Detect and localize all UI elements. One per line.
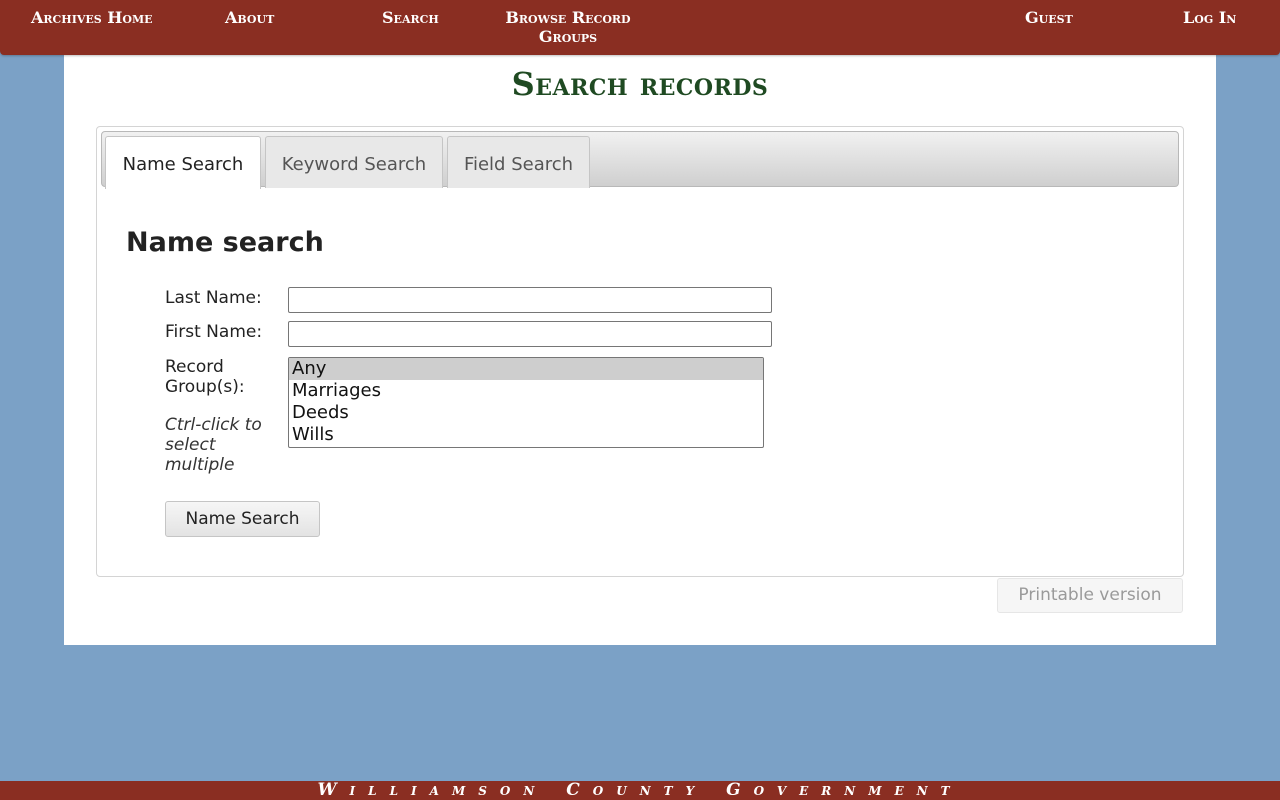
- option-any[interactable]: Any: [289, 358, 763, 380]
- top-navigation: Archives Home About Search Browse Record…: [0, 0, 1280, 55]
- footer-banner: Williamson County Government: [0, 781, 1280, 800]
- nav-browse-line2: Groups: [538, 27, 598, 46]
- option-wills[interactable]: Wills: [289, 424, 763, 446]
- last-name-label: Last Name:: [165, 288, 262, 308]
- record-groups-listbox[interactable]: Any Marriages Deeds Wills: [288, 357, 764, 448]
- main-content: Search records Name Search Keyword Searc…: [64, 35, 1216, 645]
- page-title: Search records: [511, 65, 769, 103]
- record-groups-label-line2: Group(s):: [165, 377, 245, 397]
- tab-bar: Name Search Keyword Search Field Search: [101, 131, 1179, 189]
- search-tabs-panel: Name Search Keyword Search Field Search …: [96, 126, 1184, 577]
- last-name-input[interactable]: [288, 287, 772, 313]
- nav-archives-home[interactable]: Archives Home: [31, 8, 153, 27]
- tab-field-search[interactable]: Field Search: [447, 136, 590, 188]
- nav-browse-record-groups[interactable]: Browse Record Groups: [505, 8, 631, 46]
- hint-line1: Ctrl-click to: [165, 415, 262, 435]
- first-name-label: First Name:: [165, 322, 263, 342]
- option-deeds[interactable]: Deeds: [289, 402, 763, 424]
- record-groups-label: Record Group(s):: [165, 357, 245, 397]
- multi-select-hint: Ctrl-click to select multiple: [165, 415, 262, 475]
- tab-name-search[interactable]: Name Search: [105, 136, 261, 189]
- nav-about[interactable]: About: [225, 8, 274, 27]
- option-marriages[interactable]: Marriages: [289, 380, 763, 402]
- nav-login[interactable]: Log In: [1183, 8, 1236, 27]
- first-name-input[interactable]: [288, 321, 772, 347]
- tab-keyword-search[interactable]: Keyword Search: [265, 136, 443, 188]
- hint-line3: multiple: [165, 455, 235, 475]
- nav-browse-line1: Browse Record: [505, 8, 631, 27]
- name-search-button[interactable]: Name Search: [165, 501, 320, 537]
- name-search-heading: Name search: [126, 227, 324, 258]
- hint-line2: select: [165, 435, 216, 455]
- nav-search[interactable]: Search: [382, 8, 439, 27]
- record-groups-label-line1: Record: [165, 357, 224, 377]
- nav-guest[interactable]: Guest: [1025, 8, 1073, 27]
- printable-version-button[interactable]: Printable version: [997, 578, 1183, 613]
